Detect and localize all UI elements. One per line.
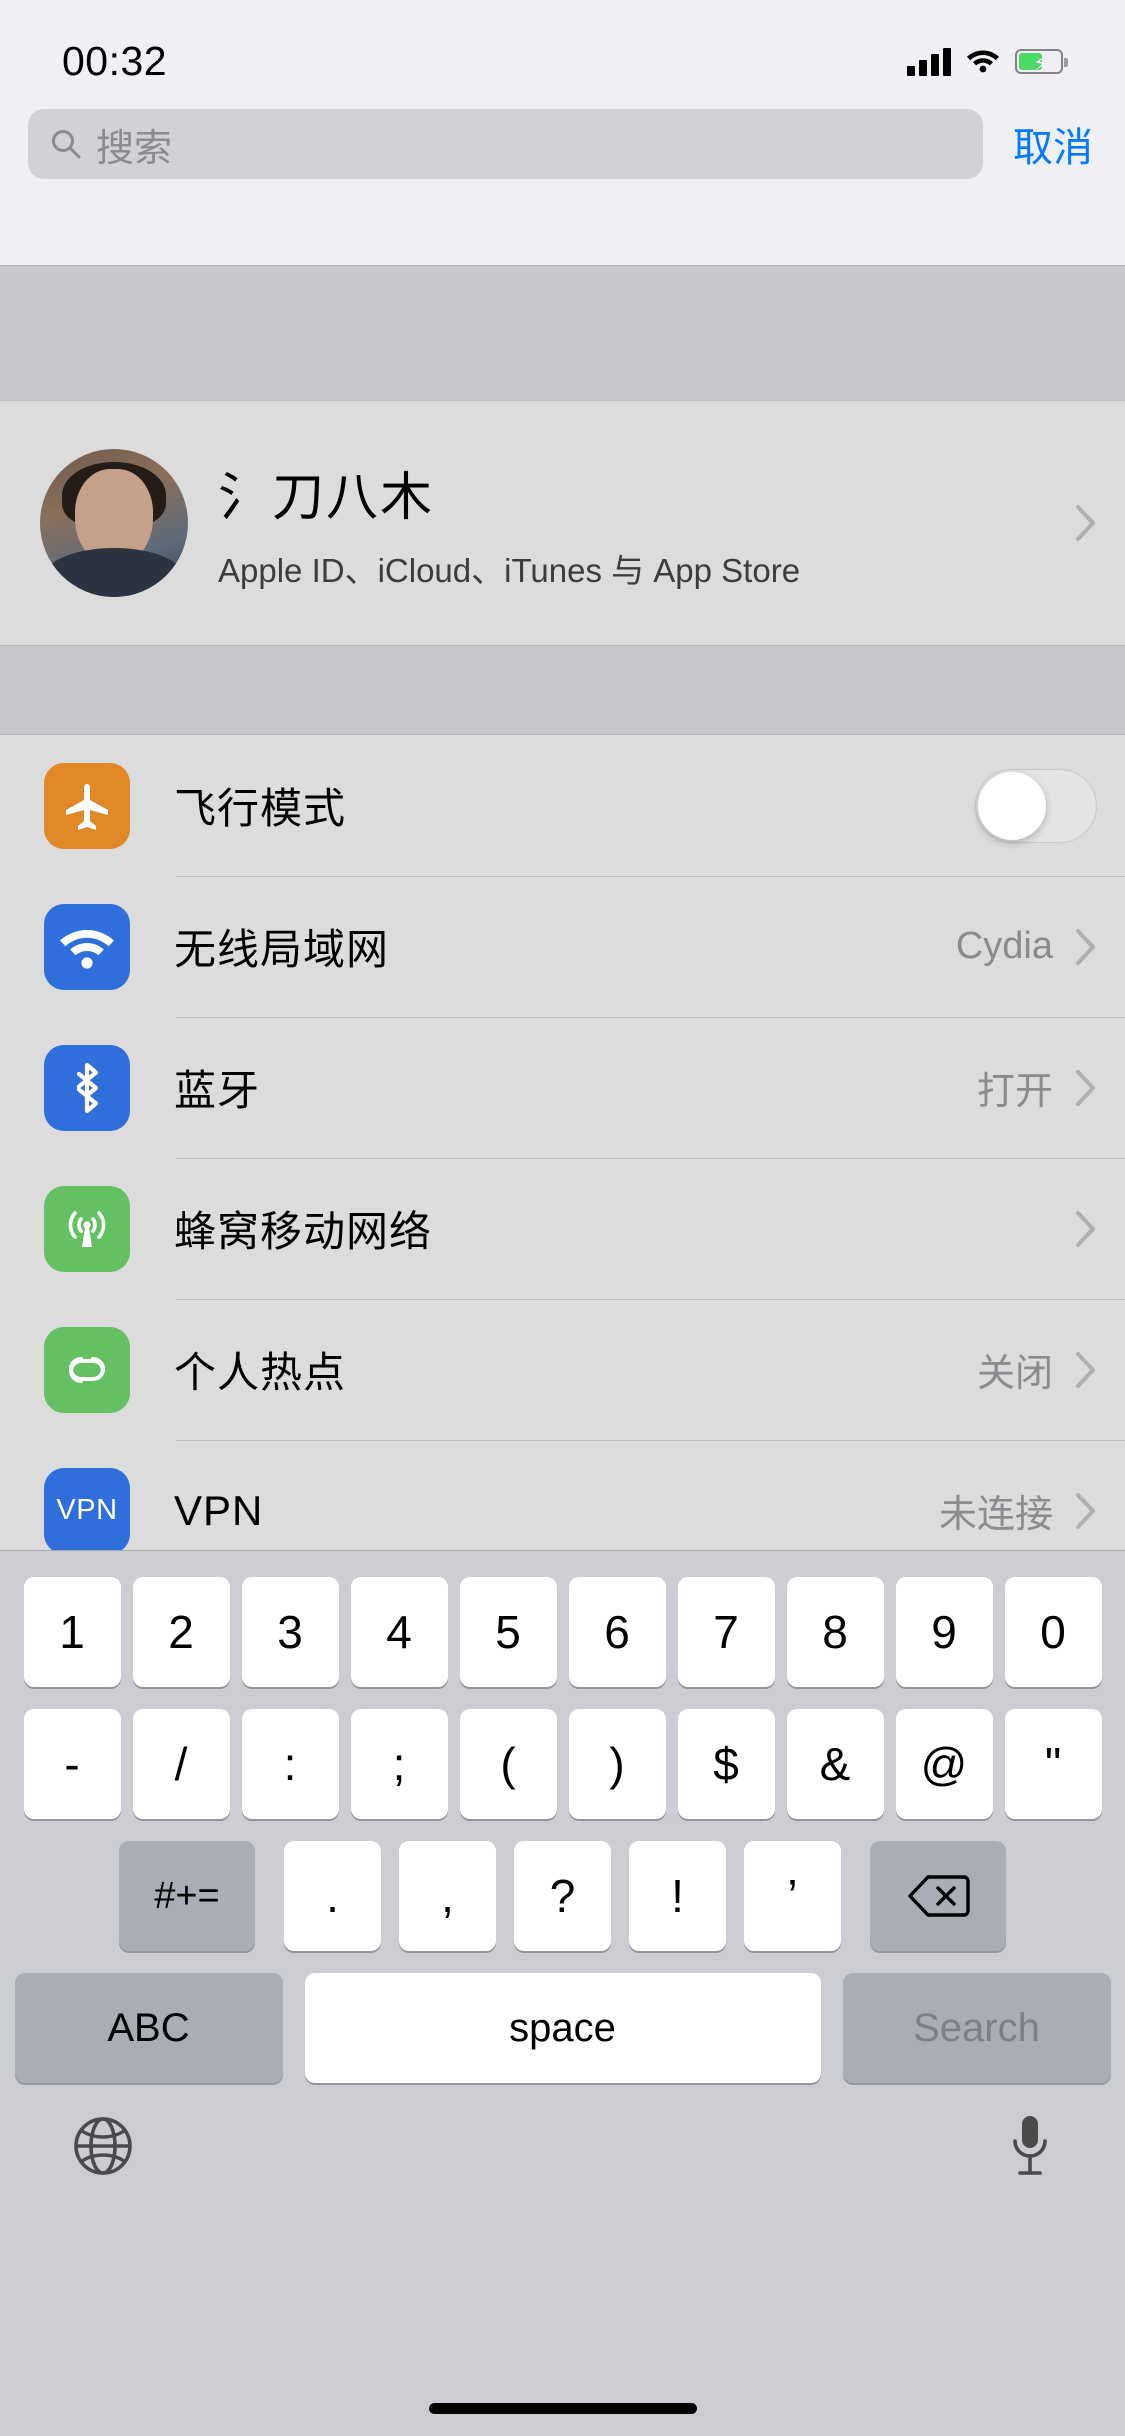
key-at[interactable]: @	[895, 1709, 993, 1819]
bluetooth-icon	[44, 1044, 130, 1131]
keyboard-footer	[0, 2083, 1125, 2184]
wifi-icon	[965, 45, 1001, 78]
key-exclamation[interactable]: !	[629, 1841, 726, 1951]
settings-list: 飞行模式 无线局域网 Cydia 蓝牙 打开 蜂窝移动网络 个人热点 关闭 VP…	[0, 735, 1125, 1581]
search-input[interactable]: 搜索	[28, 109, 983, 179]
search-header: 搜索 取消	[0, 95, 1125, 193]
key-comma[interactable]: ,	[399, 1841, 496, 1951]
airplane-icon	[44, 762, 130, 849]
chevron-right-icon	[1075, 1492, 1097, 1530]
profile-name: 氵刀八木	[218, 468, 435, 527]
keyboard-row-bottom: ABC space Search	[0, 1973, 1125, 2083]
cellular-antenna-icon	[44, 1185, 130, 1272]
key-period[interactable]: .	[284, 1841, 381, 1951]
key-8[interactable]: 8	[786, 1577, 884, 1687]
settings-row-value: 关闭	[976, 1353, 1053, 1395]
backspace-icon[interactable]	[870, 1841, 1006, 1951]
key-question[interactable]: ?	[514, 1841, 611, 1951]
keyboard-row-numbers: 1 2 3 4 5 6 7 8 9 0	[0, 1577, 1125, 1687]
chevron-right-icon	[1075, 928, 1097, 966]
settings-row-value: 未连接	[938, 1494, 1053, 1536]
vpn-icon: VPN	[44, 1467, 130, 1554]
settings-row-label: 飞行模式	[174, 785, 347, 832]
key-0[interactable]: 0	[1004, 1577, 1102, 1687]
apple-id-profile-row[interactable]: 氵刀八木 Apple ID、iCloud、iTunes 与 App Store	[0, 400, 1125, 645]
profile-subtitle: Apple ID、iCloud、iTunes 与 App Store	[218, 551, 801, 589]
microphone-icon[interactable]	[1007, 2113, 1053, 2184]
settings-row-label: 无线局域网	[174, 926, 390, 973]
key-symbols-shift[interactable]: #+=	[119, 1841, 255, 1951]
key-paren-close[interactable]: )	[568, 1709, 666, 1819]
section-gap-settings	[0, 645, 1125, 735]
settings-row-cellular[interactable]: 蜂窝移动网络	[0, 1158, 1125, 1299]
cellular-bars-icon	[907, 47, 951, 76]
key-slash[interactable]: /	[132, 1709, 230, 1819]
settings-row-label: 蜂窝移动网络	[174, 1208, 433, 1255]
avatar	[40, 449, 188, 597]
key-search-return[interactable]: Search	[842, 1973, 1111, 2083]
keyboard-row-punctuation: #+= . , ? ! ’	[0, 1841, 1125, 1951]
key-3[interactable]: 3	[241, 1577, 339, 1687]
settings-row-personal-hotspot[interactable]: 个人热点 关闭	[0, 1299, 1125, 1440]
key-hyphen[interactable]: -	[23, 1709, 121, 1819]
globe-icon[interactable]	[72, 2115, 134, 2182]
chevron-right-icon	[1075, 1210, 1097, 1248]
settings-search-screen: 00:32 ⚡ 搜索 取消 氵刀八木 Apple ID、iCloud、iTune…	[0, 0, 1125, 2436]
key-9[interactable]: 9	[895, 1577, 993, 1687]
status-bar: 00:32 ⚡	[0, 0, 1125, 95]
wifi-icon	[44, 903, 130, 990]
key-paren-open[interactable]: (	[459, 1709, 557, 1819]
key-7[interactable]: 7	[677, 1577, 775, 1687]
key-5[interactable]: 5	[459, 1577, 557, 1687]
key-2[interactable]: 2	[132, 1577, 230, 1687]
key-1[interactable]: 1	[23, 1577, 121, 1687]
key-space[interactable]: space	[304, 1973, 821, 2083]
settings-row-wifi[interactable]: 无线局域网 Cydia	[0, 876, 1125, 1017]
settings-row-label: 蓝牙	[174, 1067, 261, 1114]
chevron-right-icon	[1075, 504, 1097, 542]
settings-row-value: 打开	[976, 1071, 1053, 1113]
battery-charging-icon: ⚡	[1015, 49, 1068, 75]
settings-row-value: Cydia	[955, 925, 1053, 967]
chevron-right-icon	[1075, 1069, 1097, 1107]
key-4[interactable]: 4	[350, 1577, 448, 1687]
section-gap-top	[0, 265, 1125, 400]
key-apostrophe[interactable]: ’	[744, 1841, 841, 1951]
settings-row-airplane-mode[interactable]: 飞行模式	[0, 735, 1125, 876]
profile-text: 氵刀八木 Apple ID、iCloud、iTunes 与 App Store	[218, 455, 1075, 592]
key-ampersand[interactable]: &	[786, 1709, 884, 1819]
cancel-button[interactable]: 取消	[1009, 109, 1097, 179]
key-dollar[interactable]: $	[677, 1709, 775, 1819]
status-bar-indicators: ⚡	[907, 45, 1068, 78]
search-icon	[50, 128, 82, 160]
vpn-icon-label: VPN	[56, 1494, 118, 1526]
keyboard-row-symbols: - / : ; ( ) $ & @ "	[0, 1709, 1125, 1819]
home-indicator[interactable]	[428, 2403, 697, 2414]
key-semicolon[interactable]: ;	[350, 1709, 448, 1819]
settings-row-bluetooth[interactable]: 蓝牙 打开	[0, 1017, 1125, 1158]
chevron-right-icon	[1075, 1351, 1097, 1389]
key-quote[interactable]: "	[1004, 1709, 1102, 1819]
settings-row-label: VPN	[174, 1486, 264, 1534]
airplane-mode-toggle[interactable]	[975, 768, 1097, 843]
search-placeholder: 搜索	[96, 127, 173, 170]
onscreen-keyboard: 1 2 3 4 5 6 7 8 9 0 - / : ; ( ) $ & @ " …	[0, 1550, 1125, 2436]
key-abc[interactable]: ABC	[14, 1973, 283, 2083]
key-colon[interactable]: :	[241, 1709, 339, 1819]
key-6[interactable]: 6	[568, 1577, 666, 1687]
settings-row-label: 个人热点	[174, 1349, 347, 1396]
personal-hotspot-icon	[44, 1326, 130, 1413]
status-bar-clock: 00:32	[62, 38, 168, 84]
